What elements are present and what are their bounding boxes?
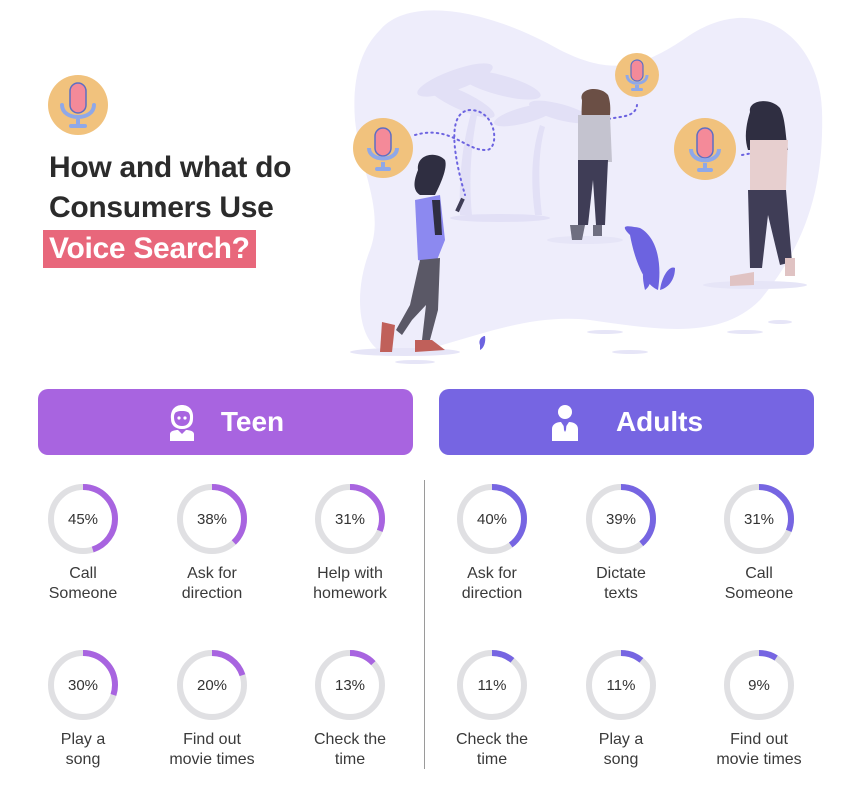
percent-label: 30% — [68, 677, 98, 694]
adult-businessman-icon — [551, 405, 578, 441]
percent-label: 13% — [335, 677, 365, 694]
stat-caption: Check the time — [295, 730, 405, 770]
percent-label: 9% — [748, 677, 770, 694]
mic-badge-right — [674, 118, 736, 180]
caption-line-1: Find out — [183, 731, 241, 748]
stat-caption: Call Someone — [28, 564, 138, 604]
stat-caption: Ask for direction — [437, 564, 547, 604]
progress-ring: 11% — [457, 650, 527, 720]
adults-group-header[interactable]: Adults — [439, 389, 814, 455]
stat-caption: Find out movie times — [157, 730, 267, 770]
teen-group-header[interactable]: Teen — [38, 389, 413, 455]
caption-line-1: Check the — [455, 731, 529, 748]
progress-ring: 30% — [48, 650, 118, 720]
percent-label: 45% — [68, 511, 98, 528]
percent-label: 40% — [477, 511, 507, 528]
stat-caption: Call Someone — [704, 564, 814, 604]
stat-card: 20% Find out movie times — [157, 649, 267, 770]
stat-card: 31% Help with homework — [295, 483, 405, 604]
mic-badge-left — [353, 118, 413, 178]
percent-label: 38% — [197, 511, 227, 528]
caption-line-2: time — [334, 751, 366, 768]
stat-card: 45% Call Someone — [28, 483, 138, 604]
caption-line-1: Call — [69, 565, 97, 582]
caption-line-1: Help with — [317, 565, 383, 582]
stat-card: 40% Ask for direction — [437, 483, 547, 604]
stat-card: 39% Dictate texts — [566, 483, 676, 604]
stat-card: 38% Ask for direction — [157, 483, 267, 604]
caption-line-2: homework — [313, 585, 387, 602]
progress-ring: 40% — [457, 484, 527, 554]
stat-caption: Find out movie times — [704, 730, 814, 770]
caption-line-1: Dictate — [596, 565, 646, 582]
stat-card: 11% Check the time — [437, 649, 547, 770]
percent-label: 11% — [607, 677, 636, 694]
stat-caption: Help with homework — [295, 564, 405, 604]
caption-line-2: song — [65, 751, 101, 768]
caption-line-2: texts — [604, 585, 638, 602]
stat-caption: Dictate texts — [566, 564, 676, 604]
caption-line-2: movie times — [716, 751, 802, 768]
progress-ring: 31% — [724, 484, 794, 554]
caption-line-1: Play a — [60, 731, 106, 748]
caption-line-2: Someone — [724, 585, 794, 602]
page-title: How and what do Consumers Use Voice Sear… — [43, 148, 292, 269]
teen-label: Teen — [220, 406, 285, 437]
stat-card: 9% Find out movie times — [704, 649, 814, 770]
caption-line-2: Someone — [48, 585, 118, 602]
progress-ring: 13% — [315, 650, 385, 720]
caption-line-1: Check the — [313, 731, 387, 748]
adults-label: Adults — [615, 406, 704, 437]
percent-label: 31% — [335, 511, 365, 528]
progress-ring: 45% — [48, 484, 118, 554]
microphone-icon — [48, 75, 108, 135]
progress-ring: 38% — [177, 484, 247, 554]
stat-card: 11% Play a song — [566, 649, 676, 770]
caption-line-2: movie times — [169, 751, 255, 768]
stat-card: 30% Play a song — [28, 649, 138, 770]
caption-line-2: time — [476, 751, 508, 768]
teen-person-icon — [169, 405, 194, 441]
progress-ring: 9% — [724, 650, 794, 720]
mic-badge-middle — [615, 53, 659, 97]
title-line-2: Consumers Use — [49, 191, 274, 224]
group-divider — [424, 480, 425, 769]
title-line-1: How and what do — [49, 151, 292, 184]
percent-label: 11% — [478, 677, 507, 694]
caption-line-2: direction — [461, 585, 523, 602]
percent-label: 31% — [744, 511, 774, 528]
caption-line-1: Play a — [598, 731, 644, 748]
caption-line-1: Ask for — [187, 565, 237, 582]
caption-line-2: song — [603, 751, 639, 768]
caption-line-1: Find out — [730, 731, 788, 748]
percent-label: 39% — [606, 511, 636, 528]
stat-caption: Play a song — [28, 730, 138, 770]
caption-line-1: Ask for — [467, 565, 517, 582]
progress-ring: 31% — [315, 484, 385, 554]
percent-label: 20% — [197, 677, 227, 694]
stat-caption: Play a song — [566, 730, 676, 770]
stat-card: 31% Call Someone — [704, 483, 814, 604]
stat-caption: Ask for direction — [157, 564, 267, 604]
stat-card: 13% Check the time — [295, 649, 405, 770]
progress-ring: 20% — [177, 650, 247, 720]
caption-line-1: Call — [745, 565, 773, 582]
caption-line-2: direction — [181, 585, 243, 602]
progress-ring: 11% — [586, 650, 656, 720]
voice-search-illustration — [350, 10, 823, 364]
stat-caption: Check the time — [437, 730, 547, 770]
progress-ring: 39% — [586, 484, 656, 554]
title-highlight: Voice Search? — [43, 230, 256, 268]
